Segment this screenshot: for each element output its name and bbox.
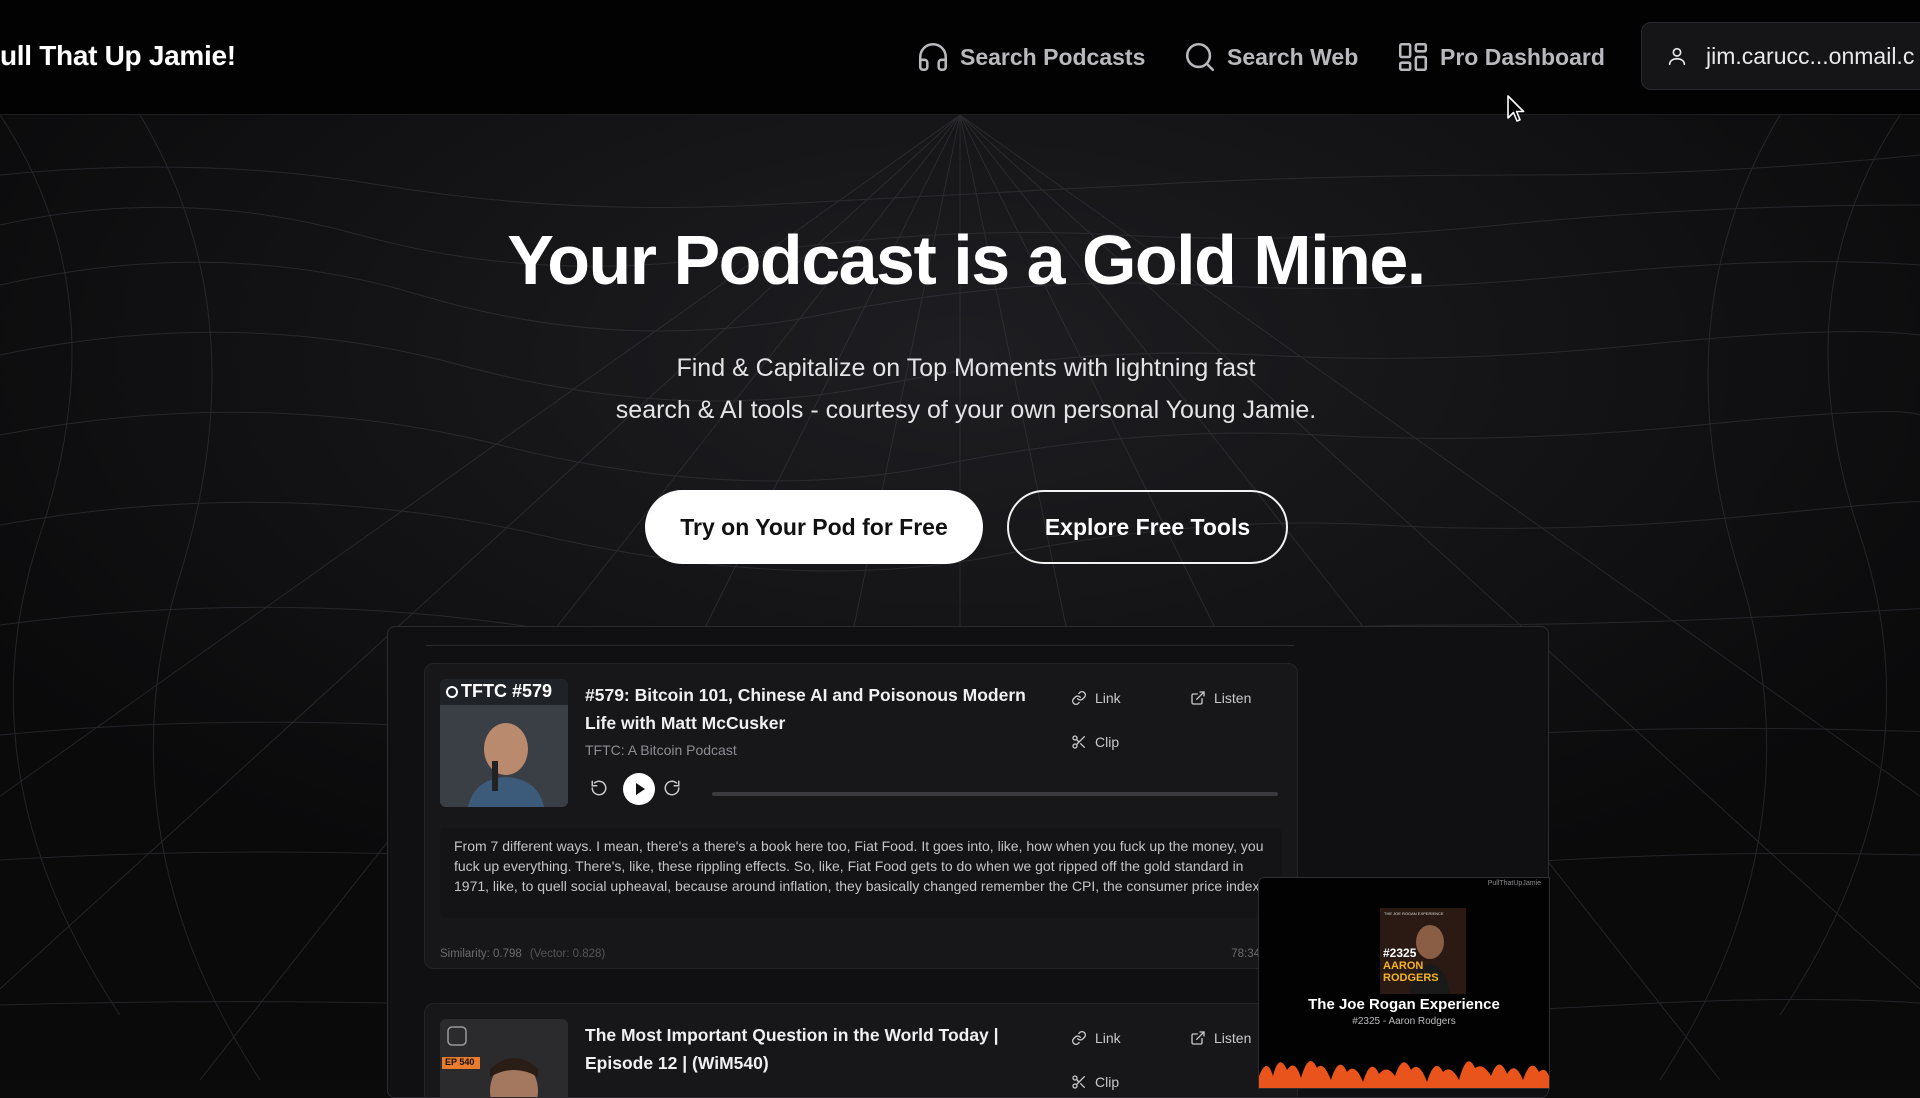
external-link-icon — [1191, 1031, 1205, 1045]
now-playing-subtitle: #2325 - Aaron Rodgers — [1352, 1016, 1456, 1027]
headphones-icon — [918, 42, 948, 72]
clip-button[interactable]: Clip — [1071, 1074, 1119, 1090]
episode-cover-art: THE JOE ROGAN EXPERIENCE #2325 AARON ROD… — [1380, 908, 1466, 994]
play-button[interactable] — [623, 773, 655, 805]
clip-label: Clip — [1095, 734, 1120, 750]
now-playing-clip-card[interactable]: PullThatUpJamie THE JOE ROGAN EXPERIENCE… — [1258, 877, 1550, 1089]
preview-divider — [426, 645, 1294, 646]
audio-waveform — [1259, 1060, 1549, 1088]
search-icon — [1185, 42, 1215, 72]
account-menu-button[interactable]: jim.carucc...onmail.c — [1641, 22, 1920, 90]
top-navigation-bar: ull That Up Jamie! Search Podcasts Searc… — [0, 0, 1920, 115]
listen-button[interactable]: Listen — [1190, 690, 1251, 706]
nav-pro-dashboard-label: Pro Dashboard — [1440, 43, 1605, 70]
podcast-name: TFTC: A Bitcoin Podcast — [585, 742, 737, 758]
user-icon — [1668, 47, 1686, 66]
scissors-icon — [1072, 735, 1085, 749]
link-icon — [1072, 1031, 1086, 1045]
hero-subline-1: Find & Capitalize on Top Moments with li… — [676, 354, 1256, 382]
explore-free-tools-button[interactable]: Explore Free Tools — [1007, 490, 1288, 564]
external-link-icon — [1191, 691, 1205, 705]
listen-label: Listen — [1214, 1030, 1252, 1046]
link-label: Link — [1095, 1030, 1121, 1046]
link-button[interactable]: Link — [1071, 1030, 1121, 1046]
account-email: jim.carucc...onmail.c — [1706, 42, 1915, 69]
hero-headline: Your Podcast is a Gold Mine. — [507, 221, 1426, 299]
listen-label: Listen — [1214, 690, 1252, 706]
vector-score: (Vector: 0.828) — [529, 948, 606, 960]
episode-thumbnail-label: EP 540 — [445, 1057, 475, 1067]
episode-title: #579: Bitcoin 101, Chinese AI and Poison… — [585, 685, 1026, 733]
clip-label: Clip — [1095, 1074, 1120, 1090]
link-label: Link — [1095, 690, 1121, 706]
cover-guest-last: RODGERS — [1383, 972, 1439, 984]
forward-icon[interactable] — [663, 779, 681, 797]
watermark-tag: PullThatUpJamie — [1487, 880, 1541, 887]
clip-button[interactable]: Clip — [1071, 734, 1119, 750]
nav-pro-dashboard[interactable]: Pro Dashboard — [1396, 40, 1605, 74]
nav-search-podcasts[interactable]: Search Podcasts — [916, 40, 1145, 74]
cover-episode-number: #2325 — [1383, 946, 1417, 960]
nav-search-podcasts-label: Search Podcasts — [960, 43, 1146, 70]
rewind-icon[interactable] — [590, 779, 608, 797]
nav-search-web[interactable]: Search Web — [1183, 40, 1358, 74]
episode-thumbnail-label: TFTC #579 — [461, 681, 553, 701]
similarity-value: Similarity: 0.798 — [440, 948, 522, 960]
now-playing-title: The Joe Rogan Experience — [1308, 996, 1500, 1013]
cover-header: THE JOE ROGAN EXPERIENCE — [1384, 911, 1444, 916]
link-icon — [1072, 691, 1086, 705]
similarity-score: Similarity: 0.798 (Vector: 0.828) — [440, 948, 605, 960]
hero-subline-2: search & AI tools - courtesy of your own… — [615, 396, 1317, 424]
episode-thumbnail: TFTC #579 — [440, 679, 568, 807]
brand-name[interactable]: ull That Up Jamie! — [0, 40, 236, 72]
cover-guest-first: AARON — [1383, 960, 1424, 972]
mouse-cursor-icon — [1507, 95, 1525, 122]
dashboard-grid-icon — [1398, 42, 1428, 72]
cover-guest-name: AARON RODGERS — [1383, 960, 1439, 984]
try-on-your-pod-button[interactable]: Try on Your Pod for Free — [645, 490, 983, 564]
episode-thumbnail: EP 540 — [440, 1019, 568, 1097]
transcript-snippet: From 7 different ways. I mean, there's a… — [440, 828, 1282, 918]
search-result-card: EP 540 The Most Important Question in th… — [424, 1003, 1298, 1097]
playback-progress-bar[interactable] — [712, 792, 1278, 796]
listen-button[interactable]: Listen — [1190, 1030, 1251, 1046]
search-result-card: TFTC #579 #579: Bitcoin 101, Chinese AI … — [424, 663, 1298, 969]
episode-title: The Most Important Question in the World… — [585, 1025, 999, 1073]
scissors-icon — [1072, 1075, 1085, 1089]
link-button[interactable]: Link — [1071, 690, 1121, 706]
nav-search-web-label: Search Web — [1227, 43, 1359, 70]
